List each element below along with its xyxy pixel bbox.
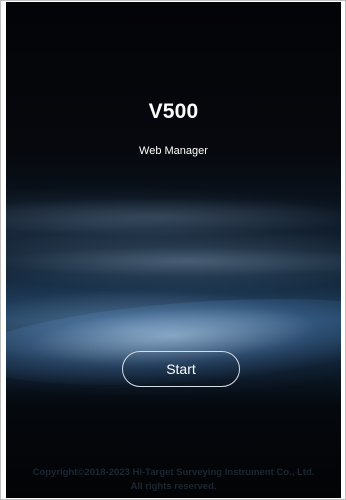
background-cloud-band	[6, 197, 341, 237]
device-frame: V500 Web Manager Start Copyright©2018-20…	[0, 0, 346, 500]
start-button[interactable]: Start	[122, 351, 240, 387]
copyright-footer: Copyright©2018-2023 Hi-Target Surveying …	[6, 466, 341, 494]
app-subtitle: Web Manager	[139, 145, 208, 157]
copyright-line-2: All rights reserved.	[130, 481, 217, 492]
login-screen: V500 Web Manager Start Copyright©2018-20…	[6, 2, 341, 498]
copyright-line-1: Copyright©2018-2023 Hi-Target Surveying …	[32, 467, 315, 478]
app-title: V500	[148, 100, 199, 123]
background-cloud-band	[6, 247, 341, 277]
